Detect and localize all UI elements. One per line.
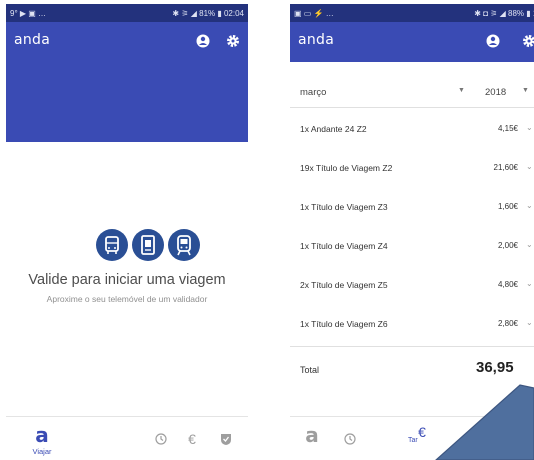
tab-history[interactable] — [330, 417, 370, 460]
charge-amount: 4,15€ — [497, 124, 518, 133]
account-icon[interactable] — [486, 34, 500, 48]
charge-description: 19x Título de Viagem Z2 — [300, 163, 393, 173]
charge-amount: 2,80€ — [497, 319, 518, 328]
chevron-down-icon[interactable]: ⌄ — [526, 279, 533, 288]
header-banner — [6, 62, 248, 142]
total-label: Total — [300, 365, 320, 375]
train-icon — [168, 229, 200, 261]
tab-viajar[interactable]: a Viajar — [22, 417, 62, 460]
charge-amount: 21,60€ — [493, 163, 518, 172]
charge-row[interactable]: 2x Título de Viagem Z5 4,80€ ⌄ — [290, 268, 534, 302]
app-logo: anda — [14, 32, 51, 48]
account-icon[interactable] — [196, 34, 210, 48]
year-select[interactable]: 2018 — [485, 87, 506, 98]
app-bar: anda — [6, 22, 248, 62]
charge-description: 1x Título de Viagem Z4 — [300, 241, 388, 251]
charge-amount: 2,00€ — [497, 241, 518, 250]
history-icon — [344, 433, 356, 445]
gear-icon[interactable] — [226, 34, 240, 48]
bus-icon — [96, 229, 128, 261]
phone-screen-left: 9° ▶ ▣ … ✱ ⚞ ◢ 81% ▮ 02:04 anda Valide p… — [6, 4, 248, 460]
charge-row[interactable]: 1x Título de Viagem Z6 2,80€ ⌄ — [290, 307, 534, 341]
charge-amount: 1,60€ — [497, 202, 518, 211]
charge-row[interactable]: 1x Título de Viagem Z4 2,00€ ⌄ — [290, 229, 534, 263]
card-reader-icon — [132, 229, 164, 261]
anda-logo-icon: a — [35, 423, 49, 447]
tab-tarifas-label: Tar — [408, 437, 418, 444]
chevron-down-icon[interactable]: ▼ — [522, 87, 529, 94]
history-icon — [155, 433, 167, 445]
chevron-down-icon[interactable]: ⌄ — [526, 240, 533, 249]
chevron-down-icon[interactable]: ⌄ — [526, 201, 533, 210]
period-filter: março ▼ 2018 ▼ — [290, 78, 534, 108]
anda-logo-icon: a — [305, 423, 319, 447]
charge-row[interactable]: 19x Título de Viagem Z2 21,60€ ⌄ — [290, 151, 534, 185]
tab-viajar-label: Viajar — [32, 447, 52, 456]
chevron-down-icon[interactable]: ⌄ — [526, 318, 533, 327]
bottom-nav: a Viajar € — [6, 416, 248, 460]
status-left: ▣ ▭ ⚡ … — [294, 8, 334, 18]
validator-icons — [96, 229, 206, 263]
chevron-down-icon[interactable]: ⌄ — [526, 123, 533, 132]
gear-icon[interactable] — [522, 34, 534, 48]
status-bar: ▣ ▭ ⚡ … ✱ ◘ ⚞ ◢ 88% ▮ 13: — [290, 4, 534, 22]
charge-description: 1x Título de Viagem Z6 — [300, 319, 388, 329]
charge-description: 2x Título de Viagem Z5 — [300, 280, 388, 290]
status-right: ✱ ⚞ ◢ 81% ▮ 02:04 — [172, 8, 244, 18]
charge-row[interactable]: 1x Título de Viagem Z3 1,60€ ⌄ — [290, 190, 534, 224]
validate-subtitle: Aproxime o seu telemóvel de um validador — [46, 294, 208, 304]
status-right: ✱ ◘ ⚞ ◢ 88% ▮ 13: — [474, 8, 534, 18]
validate-title: Valide para iniciar uma viagem — [28, 272, 226, 288]
total-row: Total 36,95 — [290, 346, 534, 396]
charge-amount: 4,80€ — [497, 280, 518, 289]
charge-description: 1x Andante 24 Z2 — [300, 124, 367, 134]
chevron-down-icon[interactable]: ⌄ — [526, 162, 533, 171]
shield-check-icon — [221, 434, 231, 445]
tab-passes[interactable] — [206, 417, 246, 460]
chevron-down-icon[interactable]: ▼ — [458, 87, 465, 94]
status-bar: 9° ▶ ▣ … ✱ ⚞ ◢ 81% ▮ 02:04 — [6, 4, 248, 22]
charge-description: 1x Título de Viagem Z3 — [300, 202, 388, 212]
total-value: 36,95 — [476, 359, 514, 376]
tab-viajar[interactable]: a — [292, 417, 332, 460]
app-bar: anda — [290, 22, 534, 62]
month-select[interactable]: março — [300, 87, 326, 98]
app-logo: anda — [298, 32, 335, 48]
status-left: 9° ▶ ▣ … — [10, 8, 47, 18]
charge-row[interactable]: 1x Andante 24 Z2 4,15€ ⌄ — [290, 112, 534, 146]
phone-screen-right: ▣ ▭ ⚡ … ✱ ◘ ⚞ ◢ 88% ▮ 13: anda março ▼ 2… — [290, 4, 534, 460]
